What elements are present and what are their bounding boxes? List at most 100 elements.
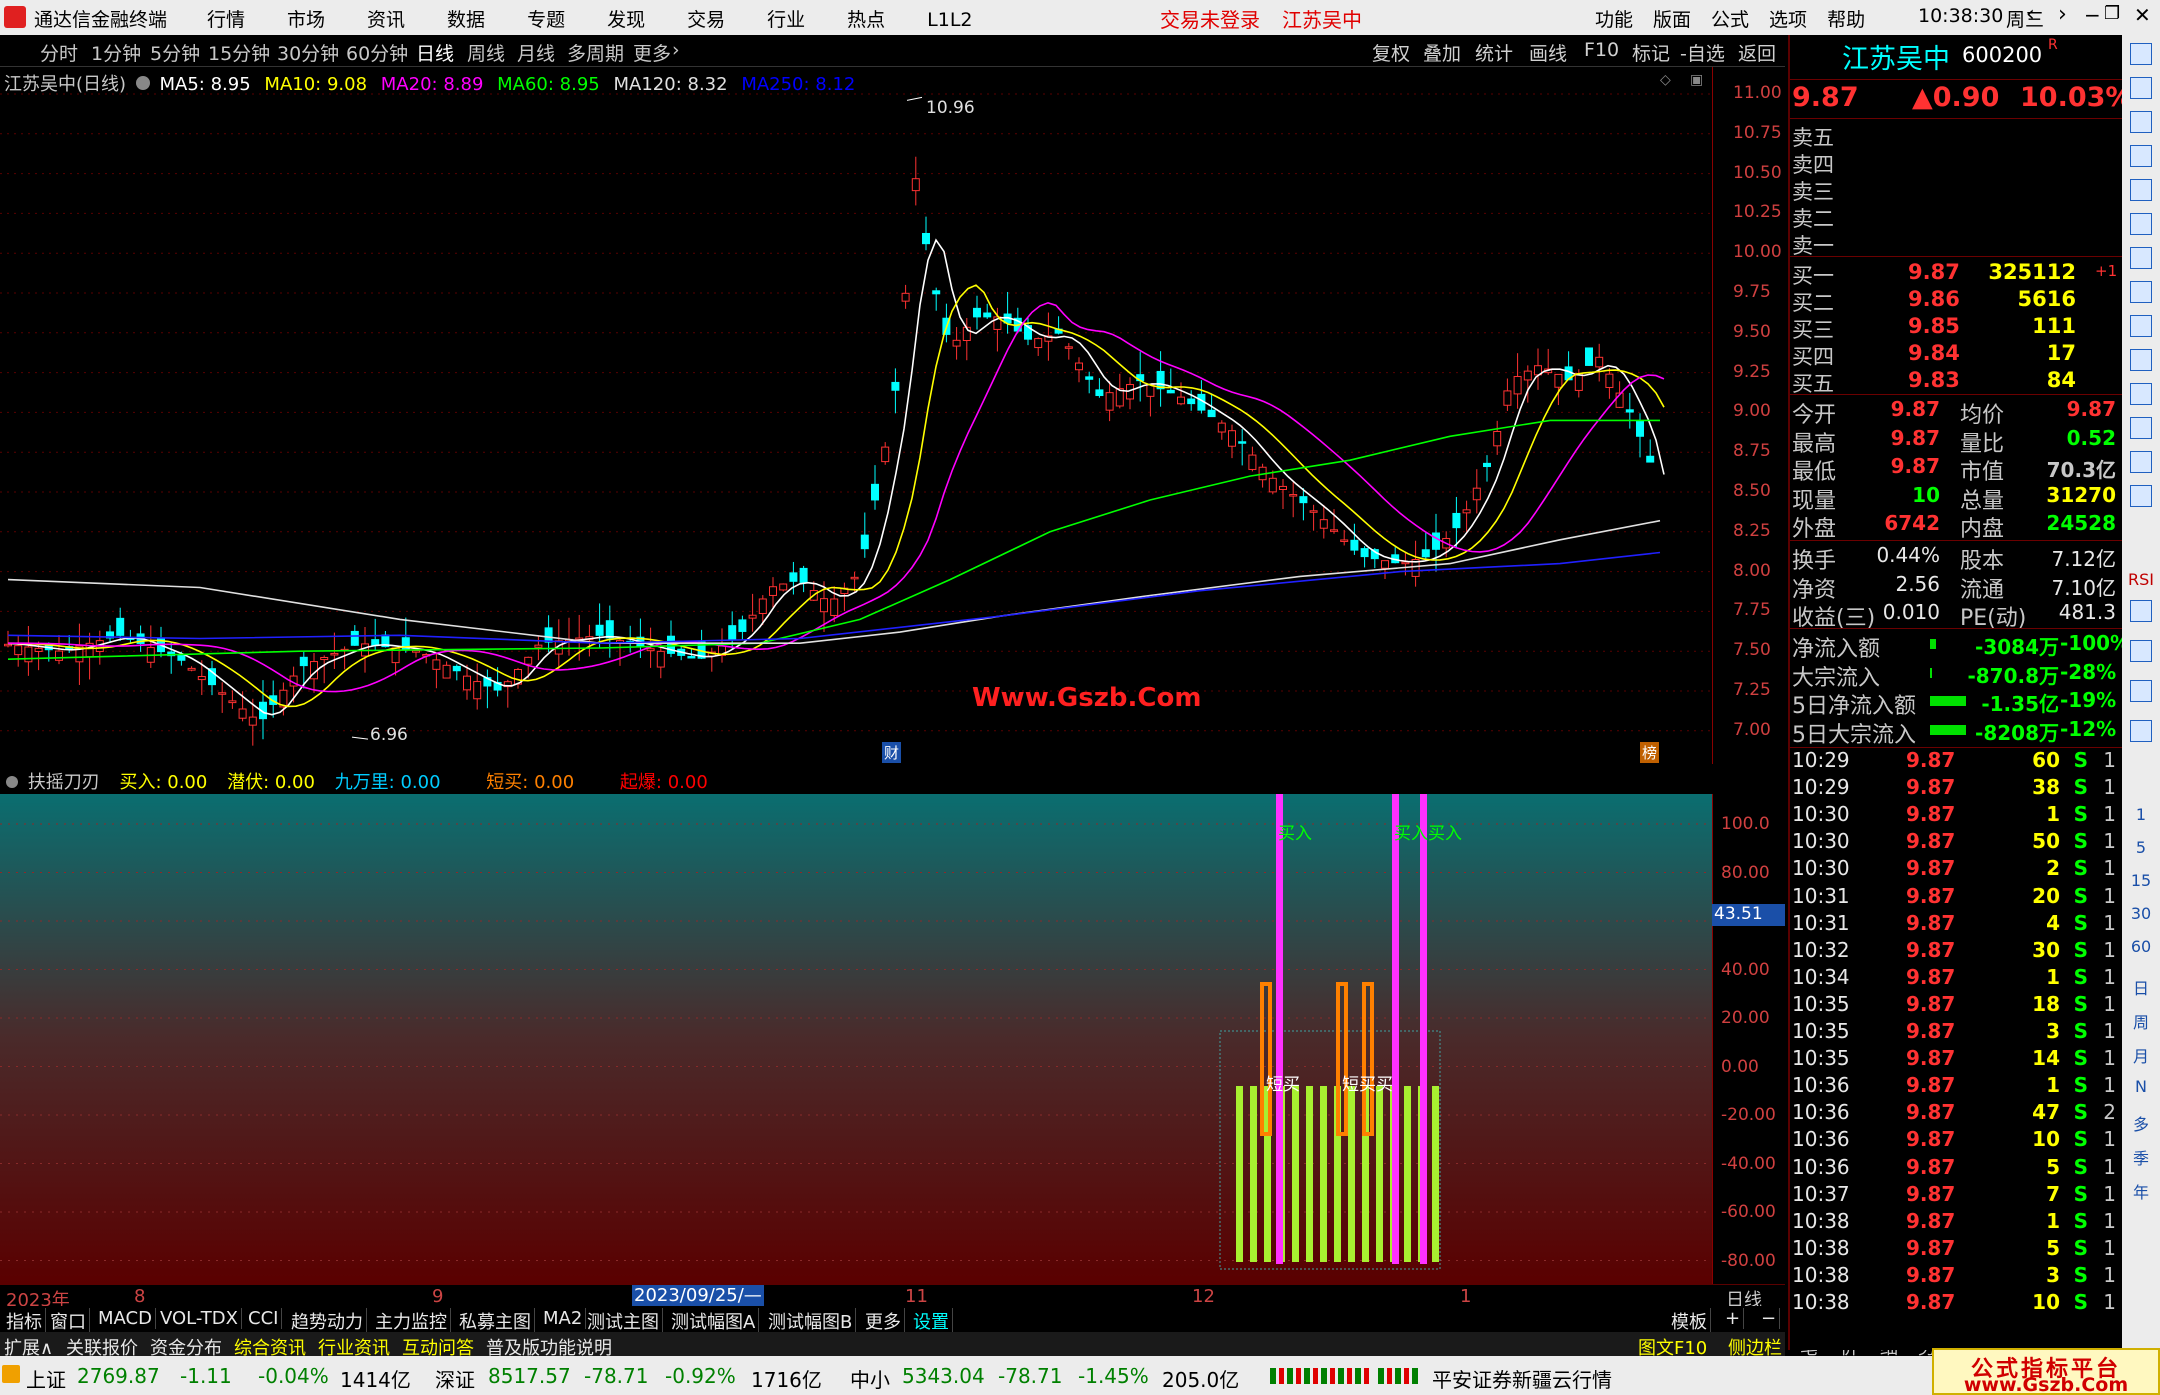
[interactable]: 8.75 — [1733, 441, 1771, 461]
[interactable]: 7.25 — [1733, 680, 1771, 700]
sidebar-period-button[interactable]: 1 — [2122, 805, 2160, 824]
period-tab[interactable]: 60分钟 — [346, 39, 408, 66]
list-icon[interactable] — [2130, 145, 2152, 167]
candle-icon[interactable] — [2130, 247, 2152, 269]
menu-item[interactable]: 功能 — [1595, 5, 1633, 32]
sz-name[interactable]: 深证 — [435, 1364, 475, 1393]
indicator-name[interactable]: 扶摇刀刃 — [28, 772, 100, 793]
indicator-tab[interactable]: 私募主图 — [456, 1308, 535, 1334]
rank-marker[interactable]: 榜 — [1640, 742, 1660, 763]
sidebar-period-button[interactable]: 多 — [2122, 1111, 2160, 1135]
news-icon[interactable] — [2130, 349, 2152, 371]
[interactable]: 8.25 — [1733, 521, 1771, 541]
indicator-tab[interactable]: 测试主图 — [584, 1308, 663, 1334]
diamond-icon[interactable]: ◇ — [1660, 72, 1671, 88]
more-chevron-icon[interactable]: › — [672, 39, 680, 61]
menu-item[interactable]: 交易 — [687, 5, 725, 32]
indicator-tab[interactable]: 测试幅图A — [668, 1308, 760, 1334]
tool-button[interactable]: 标记 — [1632, 39, 1670, 66]
indicator-tab[interactable]: MACD — [95, 1308, 156, 1329]
period-tab[interactable]: 30分钟 — [277, 39, 339, 66]
move-icon[interactable] — [2130, 600, 2152, 622]
menu-item[interactable]: 版面 — [1653, 5, 1691, 32]
tool-button[interactable]: 画线 — [1529, 39, 1567, 66]
period-tab[interactable]: 周线 — [467, 39, 505, 66]
[interactable]: 9.25 — [1733, 362, 1771, 382]
grid-icon[interactable] — [2130, 179, 2152, 201]
forward-icon[interactable]: › — [2058, 2, 2067, 27]
finance-marker[interactable]: 财 — [882, 742, 902, 763]
[interactable]: 7.75 — [1733, 600, 1771, 620]
maximize-icon[interactable]: ❐ — [2104, 3, 2120, 24]
[interactable]: 10.50 — [1733, 163, 1782, 183]
[interactable]: 9.00 — [1733, 401, 1771, 421]
sidebar-period-button[interactable]: N — [2122, 1077, 2160, 1096]
zx-name[interactable]: 中小 — [850, 1364, 890, 1393]
indicator-panel[interactable]: 扶摇刀刃 买入: 0.00 潜伏: 0.00 九万里: 0.00 短买: 0.0… — [0, 764, 1785, 1284]
arrow-down-icon[interactable] — [2130, 111, 2152, 133]
[interactable]: 9.75 — [1733, 282, 1771, 302]
sidebar-period-button[interactable]: RSI — [2122, 570, 2160, 589]
indicator-tab[interactable]: 更多 — [862, 1308, 905, 1334]
menu-item[interactable]: 公式 — [1711, 5, 1749, 32]
fund-icon[interactable] — [2130, 383, 2152, 405]
stock-tab[interactable]: 江苏吴中 — [1282, 8, 1362, 32]
line-chart-icon[interactable] — [2130, 213, 2152, 235]
period-tab[interactable]: 15分钟 — [208, 39, 270, 66]
tool-button[interactable]: 返回 — [1738, 39, 1776, 66]
tool-button[interactable]: F10 — [1584, 39, 1619, 61]
back-icon[interactable]: ‹ — [2026, 2, 2035, 27]
[interactable]: 9.50 — [1733, 322, 1771, 342]
indicator-tab[interactable]: 窗口 — [47, 1308, 90, 1334]
sidebar-period-button[interactable]: 月 — [2122, 1043, 2160, 1067]
indicator-settings-icon[interactable] — [6, 776, 18, 788]
indicator-tab[interactable]: CCI — [245, 1308, 283, 1329]
period-tab-active[interactable]: 日线 — [416, 39, 454, 66]
sh-name[interactable]: 上证 — [26, 1364, 66, 1393]
indicator-tab[interactable]: 测试幅图B — [765, 1308, 857, 1334]
calc-icon[interactable] — [2130, 417, 2152, 439]
sidebar-period-button[interactable]: 60 — [2122, 937, 2160, 956]
fs-icon[interactable] — [2130, 680, 2152, 702]
template-button[interactable]: 模板 — [1668, 1308, 1711, 1334]
menu-item[interactable]: 行业 — [767, 5, 805, 32]
menu-item[interactable]: 数据 — [447, 5, 485, 32]
menu-item[interactable]: 发现 — [607, 5, 645, 32]
menu-item[interactable]: 专题 — [527, 5, 565, 32]
tool-button[interactable]: 叠加 — [1423, 39, 1461, 66]
menu-item[interactable]: 选项 — [1769, 5, 1807, 32]
menu-item[interactable]: 行情 — [207, 5, 245, 32]
indicator-tab[interactable]: 趋势动力 — [288, 1308, 367, 1334]
sidebar-period-button[interactable]: 日 — [2122, 975, 2160, 999]
period-tab[interactable]: 多周期 — [567, 39, 624, 66]
calendar-icon[interactable] — [2130, 720, 2152, 742]
add-button[interactable]: + — [1722, 1308, 1745, 1329]
sidebar-period-button[interactable]: 年 — [2122, 1179, 2160, 1203]
broker-name[interactable]: 平安证券新疆云行情 — [1432, 1364, 1612, 1393]
[interactable]: 11.00 — [1733, 83, 1782, 103]
[interactable]: 10.75 — [1733, 123, 1782, 143]
arrow-up-icon[interactable] — [2130, 77, 2152, 99]
tool-button[interactable]: 统计 — [1475, 39, 1513, 66]
period-tab-more[interactable]: 更多 — [633, 39, 671, 66]
[interactable]: 8.50 — [1733, 481, 1771, 501]
arrow-up-icon[interactable] — [2130, 43, 2152, 65]
menu-item[interactable]: 帮助 — [1827, 5, 1865, 32]
period-tab[interactable]: 分时 — [40, 39, 78, 66]
menu-item[interactable]: 热点 — [847, 5, 885, 32]
menu-item[interactable]: L1L2 — [927, 9, 972, 31]
settings-tab[interactable]: 设置 — [910, 1308, 953, 1334]
circle-icon[interactable] — [2130, 451, 2152, 473]
[interactable]: 10.00 — [1733, 242, 1782, 262]
pen-icon[interactable] — [2130, 640, 2152, 662]
menu-item[interactable]: 市场 — [287, 5, 325, 32]
sidebar-period-button[interactable]: 15 — [2122, 871, 2160, 890]
indicator-tab[interactable]: 主力监控 — [372, 1308, 451, 1334]
report-icon[interactable] — [2130, 281, 2152, 303]
[interactable]: 8.00 — [1733, 561, 1771, 581]
[interactable]: 7.00 — [1733, 720, 1771, 740]
sidebar-period-button[interactable]: 周 — [2122, 1009, 2160, 1033]
status-icon[interactable] — [2, 1365, 20, 1383]
[interactable]: 7.50 — [1733, 640, 1771, 660]
period-tab[interactable]: 月线 — [517, 39, 555, 66]
